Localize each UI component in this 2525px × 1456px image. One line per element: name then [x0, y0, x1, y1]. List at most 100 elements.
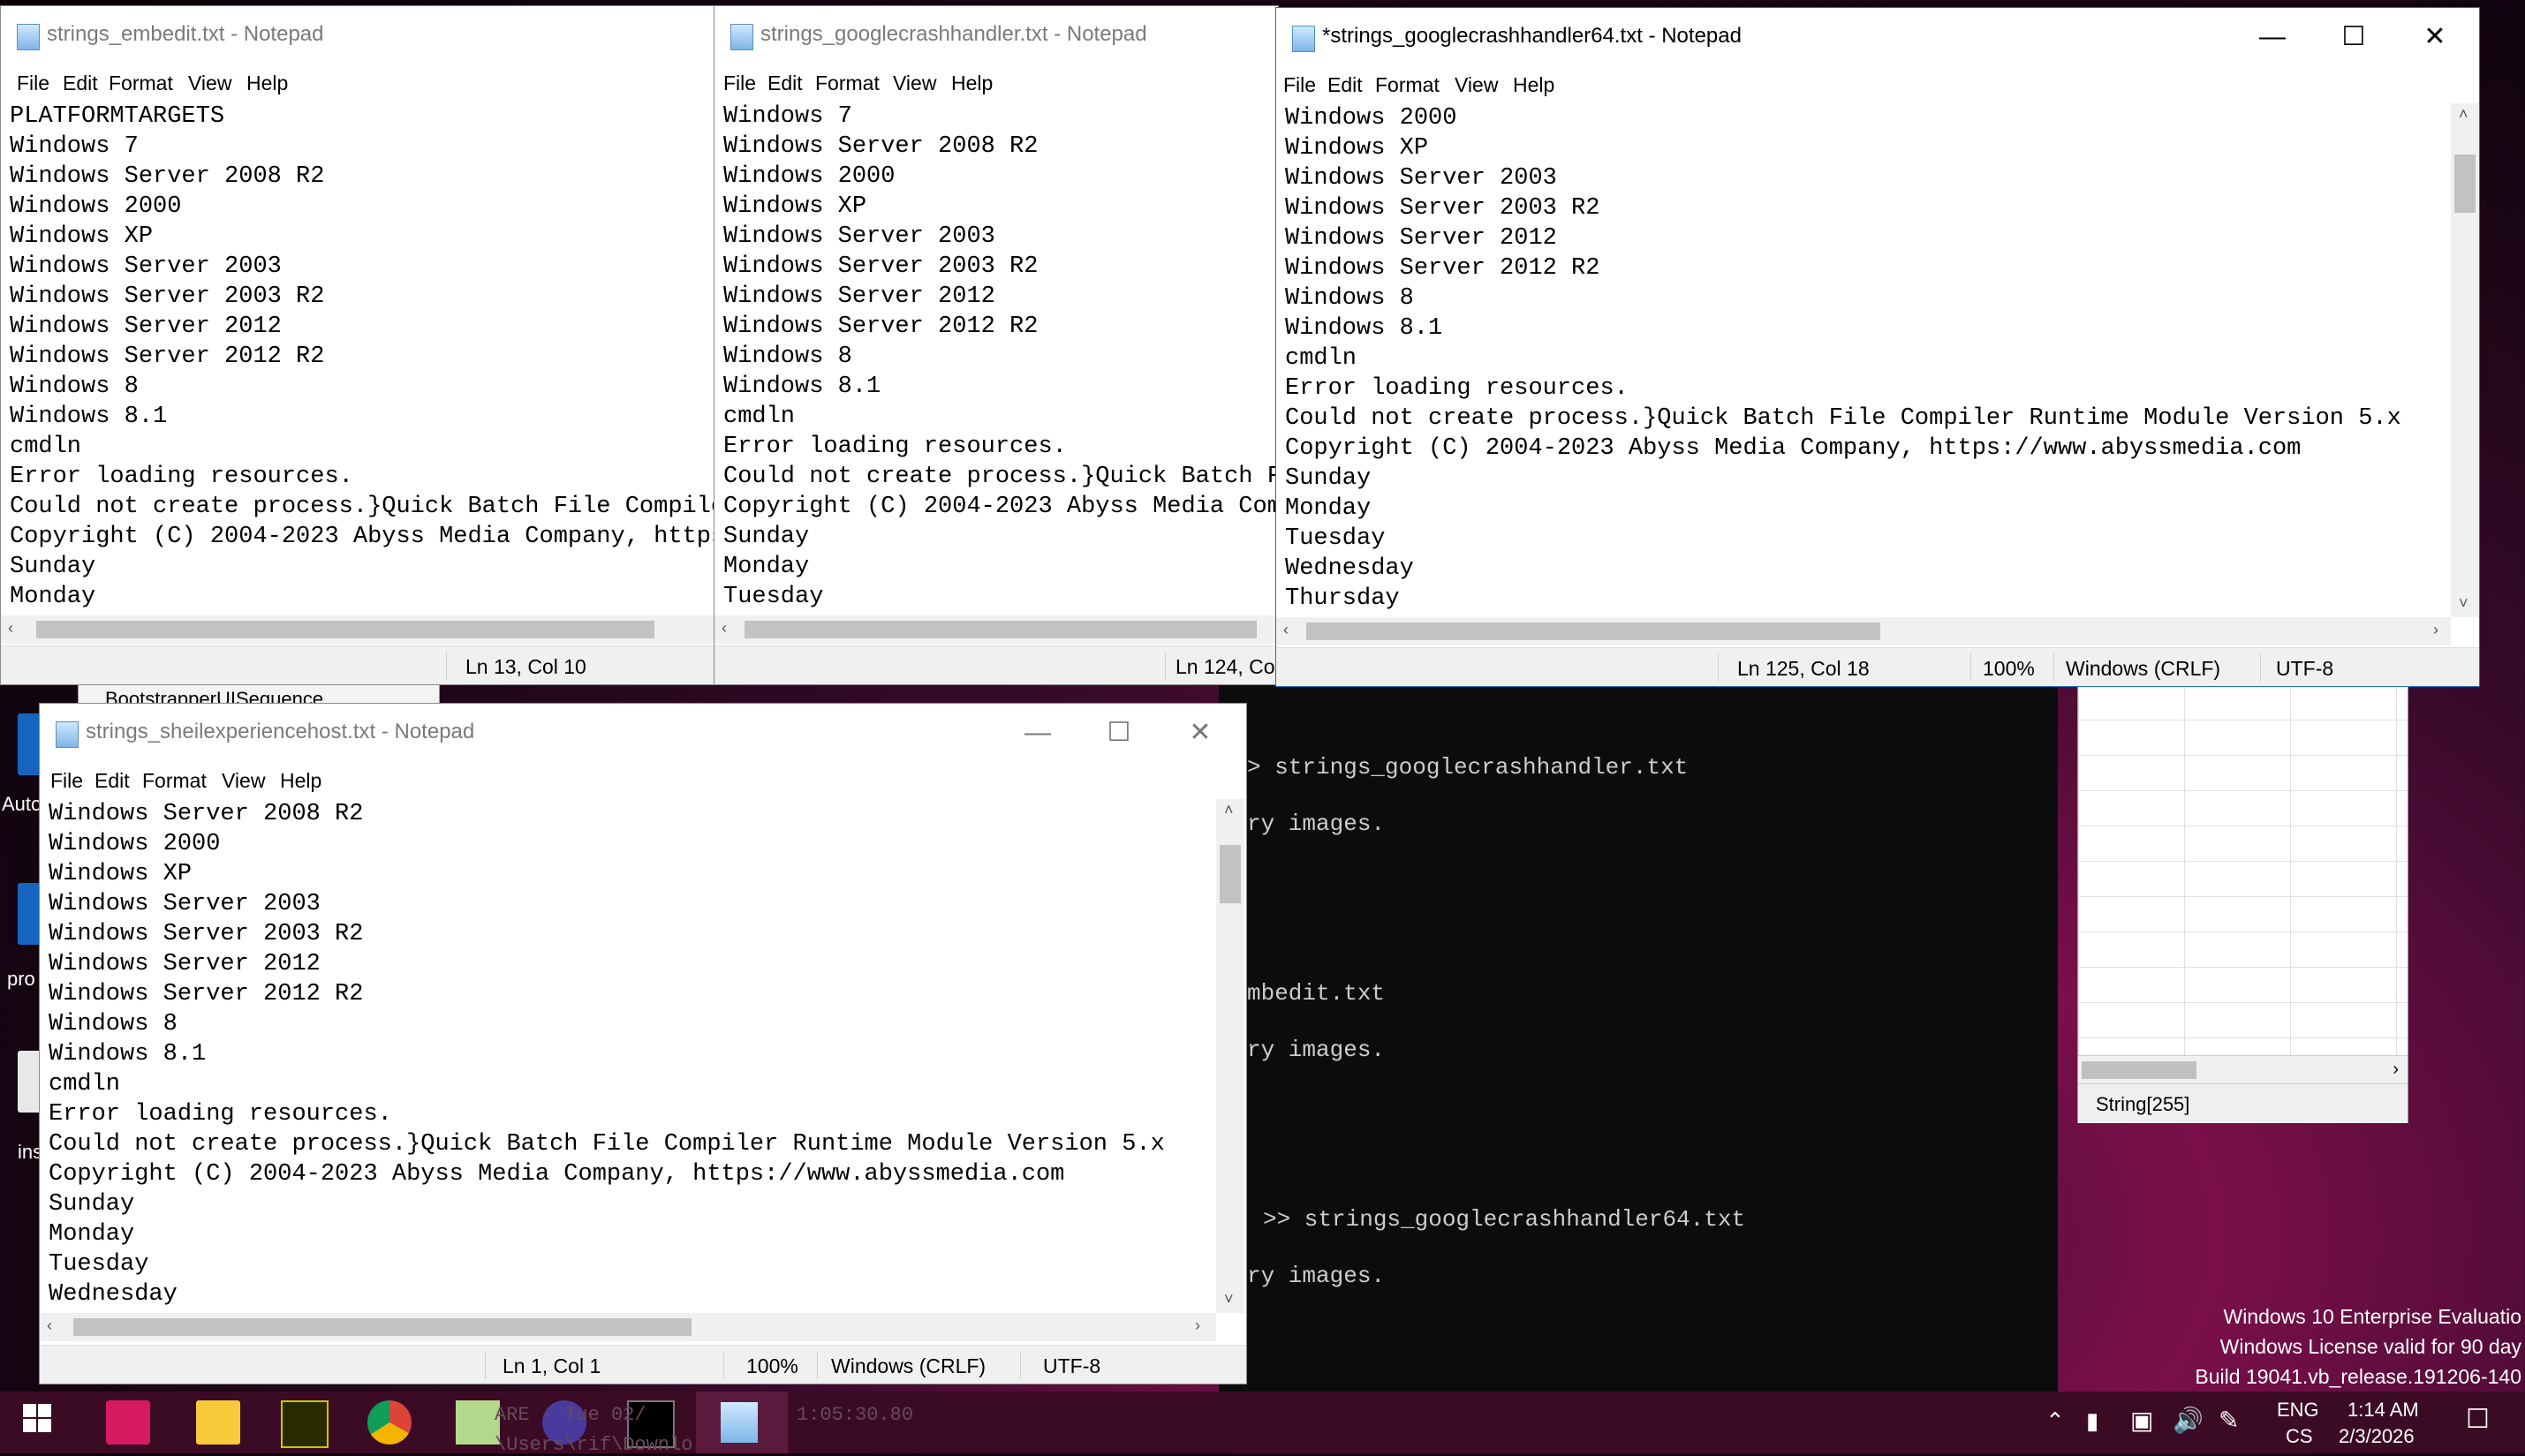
horizontal-scrollbar[interactable]: ‹: [714, 615, 1278, 644]
window-title: strings_embedit.txt - Notepad: [47, 22, 324, 46]
pen-icon[interactable]: ✎: [2219, 1406, 2239, 1435]
scroll-thumb[interactable]: [2082, 1061, 2196, 1079]
volume-icon[interactable]: 🔊: [2173, 1406, 2204, 1435]
spreadsheet-window[interactable]: › String[255]: [2077, 683, 2408, 1123]
desktop-icon-label: pro: [7, 968, 35, 990]
keyboard-layout-indicator[interactable]: CS: [2286, 1425, 2313, 1448]
menu-format[interactable]: Format: [109, 72, 173, 95]
scroll-down-arrow-icon[interactable]: ˅: [1224, 1290, 1234, 1309]
scroll-right-arrow-icon[interactable]: ›: [1195, 1316, 1200, 1335]
text-line: Error loading resources.: [1285, 375, 1629, 402]
console-window[interactable]: > strings_googlecrashhandler.txt ry imag…: [1219, 683, 2058, 1395]
menu-edit[interactable]: Edit: [63, 72, 98, 95]
clock-date[interactable]: 2/3/2026: [2339, 1425, 2415, 1448]
menu-edit[interactable]: Edit: [94, 769, 130, 793]
text-line: Windows Server 2012: [49, 951, 321, 977]
notepad-taskbar-icon[interactable]: [696, 1392, 788, 1453]
close-button[interactable]: ✕: [1160, 704, 1241, 762]
menu-view[interactable]: View: [222, 769, 265, 793]
menu-help[interactable]: Help: [951, 72, 993, 95]
title-bar[interactable]: strings_embedit.txt - Notepad: [1, 6, 723, 64]
scroll-right-arrow-icon[interactable]: ›: [2393, 1060, 2399, 1080]
taskbar-ghost-text: \Users\rif\Downlo: [495, 1434, 693, 1456]
scroll-left-arrow-icon[interactable]: ‹: [722, 619, 727, 637]
horizontal-scrollbar[interactable]: ‹ ›: [40, 1313, 1216, 1341]
notepad-window-sheilexperiencehost[interactable]: strings_sheilexperiencehost.txt - Notepa…: [39, 703, 1247, 1384]
title-bar[interactable]: strings_sheilexperiencehost.txt - Notepa…: [40, 704, 1246, 762]
scroll-right-arrow-icon[interactable]: ›: [2433, 621, 2438, 639]
text-editor[interactable]: Windows Server 2008 R2 Windows 2000 Wind…: [40, 799, 1214, 1311]
menu-format[interactable]: Format: [142, 769, 207, 793]
file-explorer-icon[interactable]: [196, 1400, 240, 1445]
app-icon[interactable]: [106, 1400, 150, 1445]
vertical-scrollbar[interactable]: ˄ ˅: [2451, 103, 2479, 617]
text-editor[interactable]: Windows 2000 Windows XP Windows Server 2…: [1276, 103, 2449, 615]
notepad-window-googlecrashhandler64[interactable]: *strings_googlecrashhandler64.txt - Note…: [1275, 7, 2480, 687]
show-hidden-icons-icon[interactable]: ⌃: [2045, 1407, 2065, 1435]
menu-edit[interactable]: Edit: [767, 72, 803, 95]
scroll-thumb[interactable]: [2454, 155, 2476, 213]
title-bar[interactable]: *strings_googlecrashhandler64.txt - Note…: [1276, 8, 2479, 66]
text-line: Could not create process.}Quick Batch Fi…: [10, 494, 724, 520]
watermark-build: Build 19041.vb_release.191206-140: [2195, 1365, 2521, 1388]
scroll-thumb[interactable]: [73, 1318, 692, 1336]
scroll-left-arrow-icon[interactable]: ‹: [8, 619, 13, 637]
menu-format[interactable]: Format: [1375, 73, 1440, 97]
scroll-thumb[interactable]: [745, 621, 1257, 638]
text-editor[interactable]: PLATFORMTARGETS Windows 7 Windows Server…: [1, 102, 724, 614]
scroll-left-arrow-icon[interactable]: ‹: [47, 1316, 52, 1335]
menu-view[interactable]: View: [893, 72, 936, 95]
text-line: PLATFORMTARGETS: [10, 103, 225, 130]
dreamweaver-icon[interactable]: [281, 1400, 329, 1448]
scroll-thumb[interactable]: [36, 621, 654, 638]
text-line: Windows 8: [10, 373, 139, 400]
maximize-button[interactable]: ☐: [2313, 8, 2394, 66]
clock-time[interactable]: 1:14 AM: [2347, 1399, 2419, 1422]
close-button[interactable]: ✕: [2394, 8, 2476, 66]
scroll-down-arrow-icon[interactable]: ˅: [2459, 594, 2468, 613]
menu-file[interactable]: File: [17, 72, 49, 95]
scroll-up-arrow-icon[interactable]: ˄: [2459, 105, 2468, 124]
menu-file[interactable]: File: [50, 769, 83, 793]
window-title: strings_sheilexperiencehost.txt - Notepa…: [86, 720, 475, 743]
minimize-button[interactable]: —: [2232, 8, 2313, 66]
start-button[interactable]: [19, 1400, 64, 1445]
scroll-thumb[interactable]: [1220, 845, 1241, 903]
menu-help[interactable]: Help: [280, 769, 321, 793]
menu-format[interactable]: Format: [815, 72, 880, 95]
scroll-thumb[interactable]: [1306, 622, 1880, 640]
spreadsheet-grid[interactable]: [2078, 684, 2408, 1055]
title-bar[interactable]: strings_googlecrashhandler.txt - Notepad: [714, 6, 1278, 64]
menu-file[interactable]: File: [723, 72, 756, 95]
notepad-plus-icon[interactable]: [456, 1400, 500, 1445]
chrome-icon[interactable]: [367, 1400, 412, 1445]
text-line: Could not create process.}Quick Batch Fi…: [1285, 405, 2401, 432]
text-line: Windows Server 2012 R2: [49, 981, 364, 1007]
network-icon[interactable]: ▣: [2130, 1406, 2153, 1435]
vertical-scrollbar[interactable]: ˄ ˅: [1216, 799, 1244, 1313]
scroll-left-arrow-icon[interactable]: ‹: [1283, 621, 1289, 639]
menu-view[interactable]: View: [1455, 73, 1498, 97]
notepad-icon: [17, 24, 40, 50]
horizontal-scrollbar[interactable]: ›: [2078, 1055, 2408, 1084]
notepad-icon: [1292, 26, 1315, 52]
menu-file[interactable]: File: [1283, 73, 1316, 97]
menu-help[interactable]: Help: [1513, 73, 1554, 97]
minimize-button[interactable]: —: [997, 704, 1078, 762]
menu-edit[interactable]: Edit: [1327, 73, 1363, 97]
notifications-icon[interactable]: ☐: [2466, 1404, 2490, 1435]
notepad-icon: [730, 24, 753, 50]
notepad-window-googlecrashhandler[interactable]: strings_googlecrashhandler.txt - Notepad…: [714, 5, 1279, 685]
maximize-button[interactable]: ☐: [1078, 704, 1160, 762]
text-editor[interactable]: Windows 7 Windows Server 2008 R2 Windows…: [714, 102, 1278, 614]
menu-view[interactable]: View: [188, 72, 231, 95]
language-indicator[interactable]: ENG: [2277, 1399, 2319, 1422]
notepad-window-embedit[interactable]: strings_embedit.txt - Notepad File Edit …: [0, 5, 724, 685]
battery-icon[interactable]: ▮: [2086, 1407, 2098, 1435]
scroll-up-arrow-icon[interactable]: ˄: [1224, 801, 1234, 819]
horizontal-scrollbar[interactable]: ‹: [1, 615, 723, 644]
text-line: Windows 8: [49, 1011, 178, 1037]
horizontal-scrollbar[interactable]: ‹ ›: [1276, 617, 2451, 645]
text-line: Tuesday: [49, 1251, 149, 1278]
menu-help[interactable]: Help: [246, 72, 288, 95]
